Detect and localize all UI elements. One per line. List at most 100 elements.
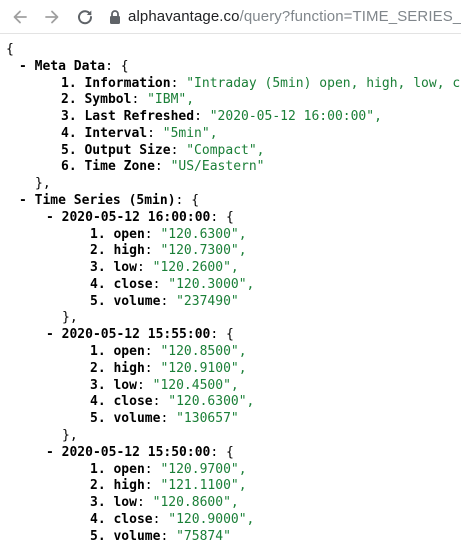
json-string-value: "2020-05-12 16:00:00", xyxy=(209,109,382,125)
json-punct: : xyxy=(144,243,161,259)
json-key: 2. high xyxy=(90,360,145,376)
json-key: 2020-05-12 15:50:00 xyxy=(61,444,211,460)
json-string-value: "237490" xyxy=(176,293,239,309)
ohlcv-field: 5. volume: "75874" xyxy=(90,528,231,542)
json-key: 3. low xyxy=(90,377,137,393)
ohlcv-field: 2. high: "121.1100", xyxy=(90,477,247,494)
json-punct: : xyxy=(144,226,161,242)
lock-icon xyxy=(110,9,120,24)
json-punct: : xyxy=(136,495,153,511)
reload-icon xyxy=(78,10,93,25)
close-brace: }, xyxy=(35,176,51,192)
json-string-value: "US/Eastern" xyxy=(170,159,265,175)
back-arrow-icon xyxy=(13,10,27,24)
json-key: 4. close xyxy=(90,276,153,292)
url-path: /query?function=TIME_SERIES_I xyxy=(239,8,461,25)
collapse-toggle[interactable]: - xyxy=(19,59,35,74)
close-brace: }, xyxy=(62,310,78,326)
json-key: 1. open xyxy=(90,226,145,242)
json-key: 4. Interval xyxy=(61,125,148,141)
json-key: 5. volume xyxy=(90,293,161,309)
json-key: 1. Information xyxy=(61,75,171,91)
meta-data-entry: 6. Time Zone: "US/Eastern" xyxy=(61,158,265,175)
time-series-entry-line: - 2020-05-12 15:55:00: { xyxy=(46,326,234,343)
json-punct: : xyxy=(152,394,169,410)
ohlcv-field: 4. close: "120.9000", xyxy=(90,511,254,528)
meta-data-entry: 3. Last Refreshed: "2020-05-12 16:00:00"… xyxy=(61,108,382,125)
json-key: 6. Time Zone xyxy=(61,159,155,175)
time-series-entry-line: - 2020-05-12 16:00:00: { xyxy=(46,209,234,226)
json-key: 3. low xyxy=(90,495,137,511)
time-series-entry-close: }, xyxy=(62,427,78,444)
collapse-toggle[interactable]: - xyxy=(46,445,62,460)
meta-data-entry: 2. Symbol: "IBM", xyxy=(61,91,194,108)
forward-button[interactable] xyxy=(39,4,65,30)
json-string-value: "120.9700", xyxy=(160,461,247,477)
json-string-value: "120.7300", xyxy=(160,243,247,259)
json-punct: : xyxy=(144,360,161,376)
ohlcv-field: 4. close: "120.6300", xyxy=(90,393,254,410)
json-key: 1. open xyxy=(90,461,145,477)
json-key: 4. close xyxy=(90,394,153,410)
json-key: Meta Data xyxy=(34,58,106,74)
collapse-toggle[interactable]: - xyxy=(46,210,62,225)
ohlcv-field: 5. volume: "130657" xyxy=(90,410,239,427)
url-text: alphavantage.co/query?function=TIME_SERI… xyxy=(128,8,461,25)
json-key: 2. high xyxy=(90,478,145,494)
back-button[interactable] xyxy=(7,4,33,30)
json-punct: : { xyxy=(210,209,234,225)
time-series-line: - Time Series (5min): { xyxy=(19,192,199,209)
collapse-toggle[interactable]: - xyxy=(19,193,35,208)
json-key: 3. low xyxy=(90,260,137,276)
time-series-entry-line: - 2020-05-12 15:50:00: { xyxy=(46,444,234,461)
open-brace: { xyxy=(6,42,14,57)
time-series-entry-close: }, xyxy=(62,309,78,326)
json-key: 3. Last Refreshed xyxy=(61,109,195,125)
json-punct: : xyxy=(152,276,169,292)
json-key: 5. volume xyxy=(90,411,161,427)
json-string-value: "120.8600", xyxy=(152,495,239,511)
json-string-value: "75874" xyxy=(176,528,231,542)
json-string-value: "5min", xyxy=(162,125,218,141)
json-key: 2020-05-12 16:00:00 xyxy=(61,209,211,225)
json-punct: : { xyxy=(105,58,129,74)
ohlcv-field: 3. low: "120.4500", xyxy=(90,377,239,394)
json-punct: : xyxy=(144,461,161,477)
json-punct: : xyxy=(170,75,187,91)
ohlcv-field: 3. low: "120.8600", xyxy=(90,494,239,511)
json-punct: : xyxy=(152,511,169,527)
json-punct: : xyxy=(160,293,177,309)
meta-data-entry: 5. Output Size: "Compact", xyxy=(61,142,265,159)
json-key: 2. Symbol xyxy=(61,92,132,108)
json-string-value: "Intraday (5min) open, high, low, c xyxy=(186,75,461,91)
json-open-brace: { xyxy=(6,41,14,58)
json-string-value: "120.9100", xyxy=(160,360,247,376)
collapse-toggle[interactable]: - xyxy=(46,327,62,342)
ohlcv-field: 2. high: "120.7300", xyxy=(90,242,247,259)
json-punct: : { xyxy=(175,193,200,209)
ohlcv-field: 1. open: "120.9700", xyxy=(90,461,247,478)
address-bar[interactable]: alphavantage.co/query?function=TIME_SERI… xyxy=(108,3,461,30)
json-string-value: "130657" xyxy=(176,411,239,427)
forward-arrow-icon xyxy=(45,10,59,24)
ohlcv-field: 3. low: "120.2600", xyxy=(90,259,239,276)
json-string-value: "120.6300", xyxy=(168,394,255,410)
json-punct: : { xyxy=(210,444,234,460)
json-punct: : xyxy=(131,92,148,108)
json-punct: : xyxy=(136,260,153,276)
json-punct: : xyxy=(136,377,153,393)
json-string-value: "120.9000", xyxy=(168,511,255,527)
reload-button[interactable] xyxy=(72,4,98,30)
meta-data-entry: 4. Interval: "5min", xyxy=(61,125,218,142)
json-string-value: "Compact", xyxy=(186,142,265,158)
meta-data-close: }, xyxy=(35,175,51,192)
browser-toolbar: alphavantage.co/query?function=TIME_SERI… xyxy=(0,0,461,34)
json-key: 5. volume xyxy=(90,528,161,542)
ohlcv-field: 4. close: "120.3000", xyxy=(90,276,254,293)
ohlcv-field: 1. open: "120.8500", xyxy=(90,343,247,360)
json-key: 1. open xyxy=(90,344,145,360)
json-punct: : xyxy=(147,125,163,141)
json-string-value: "120.4500", xyxy=(152,377,239,393)
json-string-value: "121.1100", xyxy=(160,478,247,494)
json-punct: : { xyxy=(210,327,234,343)
